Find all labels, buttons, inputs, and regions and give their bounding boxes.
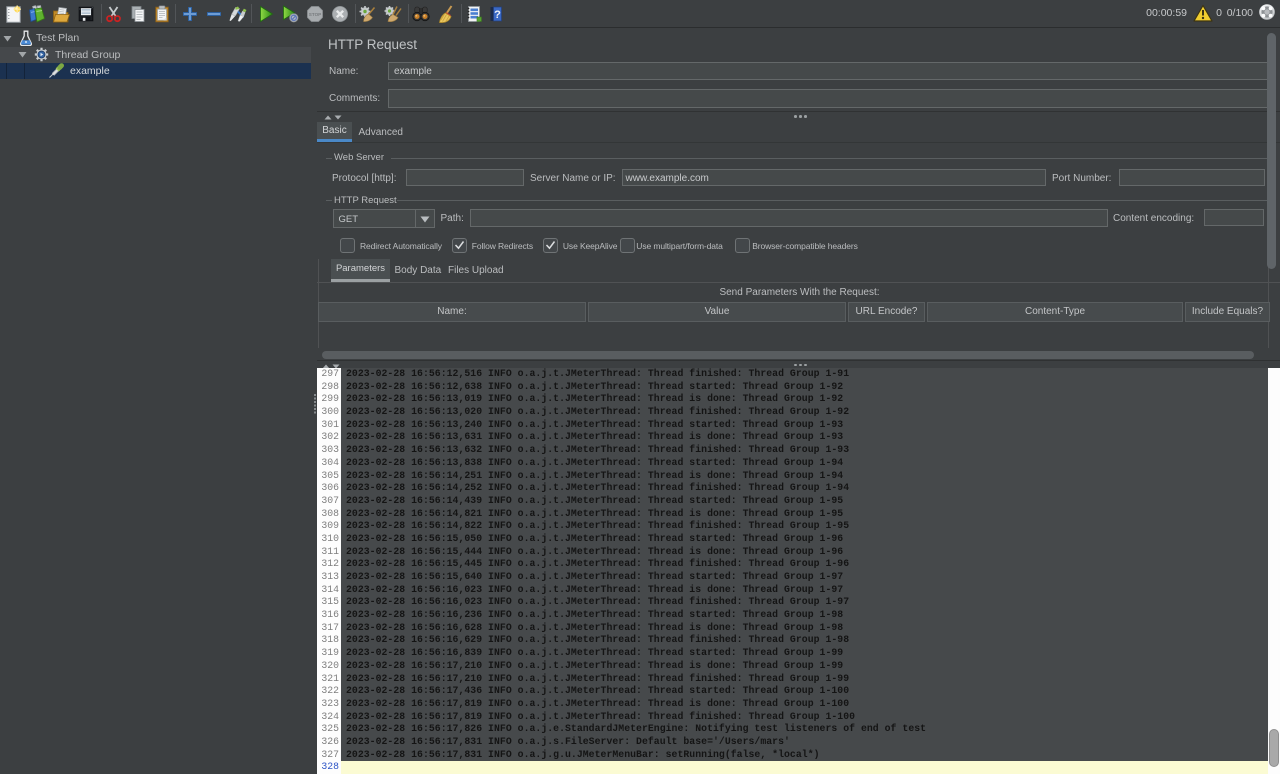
svg-text:?: ? <box>494 9 501 21</box>
svg-text:STOP: STOP <box>309 12 321 17</box>
